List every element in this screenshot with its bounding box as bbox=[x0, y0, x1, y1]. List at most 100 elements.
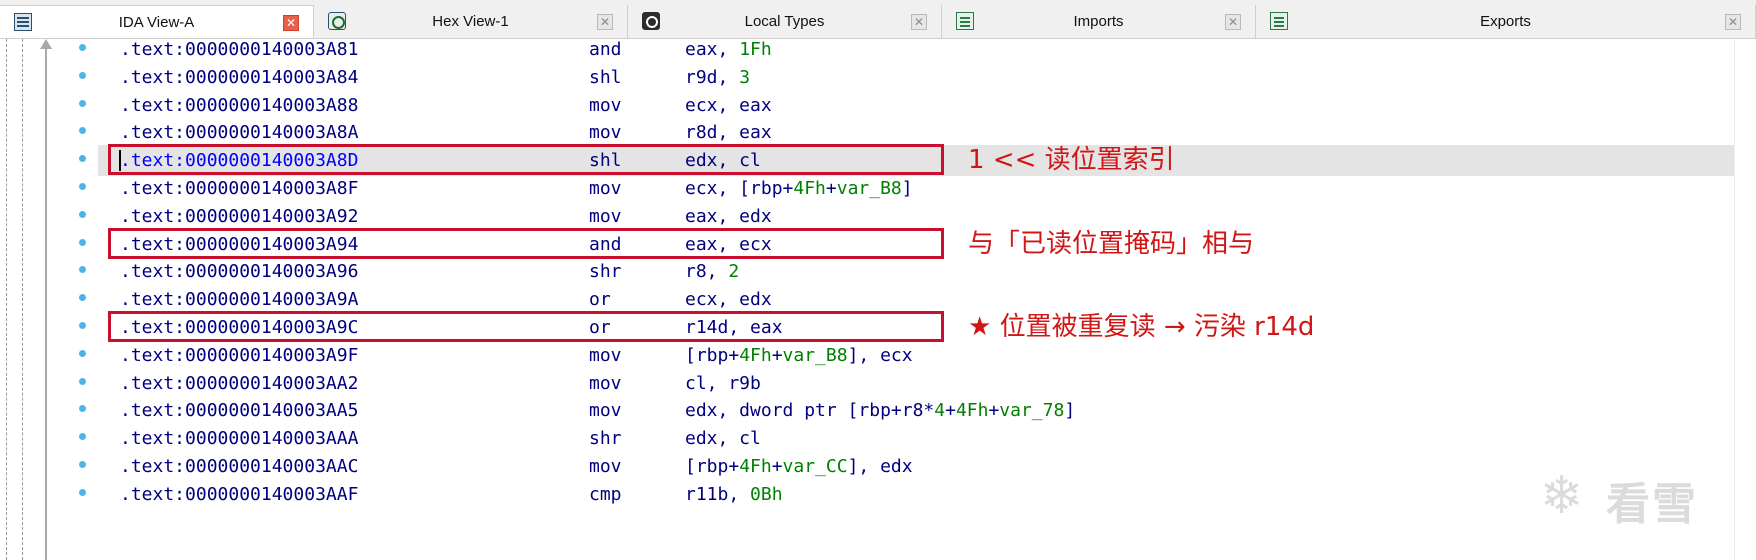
breakpoint-dot-icon[interactable] bbox=[79, 405, 86, 413]
instruction-address[interactable]: .text:0000000140003A96 bbox=[120, 256, 358, 287]
instruction-address[interactable]: .text:0000000140003A9F bbox=[120, 340, 358, 371]
breakpoint-dot-icon[interactable] bbox=[79, 210, 86, 218]
operand-constant[interactable]: var_B8 bbox=[837, 178, 902, 199]
operand-constant[interactable]: 4Fh bbox=[739, 456, 772, 477]
breakpoint-dot-icon[interactable] bbox=[79, 71, 86, 79]
operand-constant[interactable]: var_B8 bbox=[783, 345, 848, 366]
breakpoint-dot-icon[interactable] bbox=[79, 349, 86, 357]
breakpoint-dot-icon[interactable] bbox=[79, 377, 86, 385]
instruction-address[interactable]: .text:0000000140003A8F bbox=[120, 173, 358, 204]
instruction-operands[interactable]: [rbp+4Fh+var_B8], ecx bbox=[685, 340, 913, 371]
operand-constant[interactable]: 4Fh bbox=[739, 345, 772, 366]
breakpoint-dot-icon[interactable] bbox=[79, 238, 86, 246]
code-line[interactable]: .text:0000000140003AAF cmp r11b, 0Bh bbox=[98, 479, 1734, 510]
tab-label: Exports bbox=[1480, 13, 1531, 30]
operand-text: ecx, [rbp+ bbox=[685, 178, 794, 199]
breakpoint-dot-icon[interactable] bbox=[79, 99, 86, 107]
annotation-box bbox=[108, 144, 944, 176]
code-line[interactable]: .text:0000000140003AA2 mov cl, r9b bbox=[98, 368, 1734, 399]
code-line[interactable]: .text:0000000140003A96 shr r8, 2 bbox=[98, 256, 1734, 287]
operand-constant[interactable]: var_78 bbox=[999, 400, 1064, 421]
breakpoint-dot-icon[interactable] bbox=[79, 155, 86, 163]
operand-text: ], ecx bbox=[847, 344, 913, 366]
instruction-operands[interactable]: r8, 2 bbox=[685, 256, 739, 287]
operand-constant[interactable]: 3 bbox=[739, 67, 750, 88]
jump-arrow-line bbox=[45, 49, 47, 560]
close-icon[interactable]: ✕ bbox=[1225, 14, 1241, 30]
instruction-operands[interactable]: cl, r9b bbox=[685, 368, 761, 399]
instruction-mnemonic[interactable]: mov bbox=[589, 368, 622, 399]
code-line[interactable]: .text:0000000140003A88 mov ecx, eax bbox=[98, 90, 1734, 121]
breakpoint-dot-icon[interactable] bbox=[79, 183, 86, 190]
close-icon[interactable]: ✕ bbox=[283, 15, 299, 31]
imports-icon bbox=[956, 12, 974, 30]
instruction-mnemonic[interactable]: mov bbox=[589, 395, 622, 426]
code-line[interactable]: .text:0000000140003AA5 mov edx, dword ptr … bbox=[98, 395, 1734, 426]
operand-text: + bbox=[771, 456, 783, 477]
instruction-mnemonic[interactable]: and bbox=[589, 34, 622, 65]
instruction-mnemonic[interactable]: shl bbox=[589, 62, 622, 93]
instruction-operands[interactable]: ecx, [rbp+4Fh+var_B8] bbox=[685, 173, 913, 204]
instruction-operands[interactable]: r11b, 0Bh bbox=[685, 479, 783, 510]
operand-text: eax, edx bbox=[685, 205, 772, 227]
instruction-operands[interactable]: edx, dword ptr [rbp+r8*4+4Fh+var_78] bbox=[685, 395, 1075, 426]
instruction-address[interactable]: .text:0000000140003AAF bbox=[120, 479, 358, 510]
instruction-operands[interactable]: r9d, 3 bbox=[685, 62, 750, 93]
breakpoint-dot-icon[interactable] bbox=[79, 44, 86, 51]
breakpoint-dot-icon[interactable] bbox=[79, 322, 86, 329]
operand-constant[interactable]: 0Bh bbox=[750, 484, 783, 505]
instruction-address[interactable]: .text:0000000140003AAA bbox=[120, 423, 358, 454]
annotation-note: 1 << 读位置索引 bbox=[968, 145, 1175, 176]
operand-constant[interactable]: 4Fh bbox=[956, 400, 989, 421]
operand-text: + bbox=[945, 400, 956, 422]
operand-text: r8d, eax bbox=[685, 122, 772, 144]
instruction-operands[interactable]: ecx, eax bbox=[685, 90, 772, 121]
instruction-mnemonic[interactable]: shr bbox=[589, 423, 622, 454]
instruction-address[interactable]: .text:0000000140003AAC bbox=[120, 451, 358, 482]
code-line[interactable]: .text:0000000140003AAC mov [rbp+4Fh+var_CC… bbox=[98, 451, 1734, 482]
code-line[interactable]: .text:0000000140003A8F mov ecx, [rbp+4Fh+v… bbox=[98, 173, 1734, 204]
instruction-address[interactable]: .text:0000000140003AA5 bbox=[120, 395, 358, 426]
instruction-address[interactable]: .text:0000000140003A81 bbox=[120, 34, 358, 65]
breakpoint-dot-icon[interactable] bbox=[79, 433, 86, 441]
instruction-operands[interactable]: edx, cl bbox=[685, 423, 761, 454]
ida-view-icon bbox=[14, 13, 32, 31]
instruction-address[interactable]: .text:0000000140003AA2 bbox=[120, 368, 358, 399]
operand-constant[interactable]: 1Fh bbox=[739, 39, 772, 60]
instruction-mnemonic[interactable]: mov bbox=[589, 90, 622, 121]
code-line[interactable]: .text:0000000140003AAA shr edx, cl bbox=[98, 423, 1734, 454]
instruction-mnemonic[interactable]: mov bbox=[589, 451, 622, 482]
vertical-scrollbar[interactable] bbox=[1734, 39, 1756, 560]
operand-constant[interactable]: 2 bbox=[728, 261, 739, 282]
operand-text: edx, dword ptr [rbp+r8* bbox=[685, 400, 935, 422]
instruction-mnemonic[interactable]: mov bbox=[589, 173, 622, 204]
close-icon[interactable]: ✕ bbox=[911, 14, 927, 30]
close-icon[interactable]: ✕ bbox=[1725, 14, 1741, 30]
breakpoint-dot-icon[interactable] bbox=[79, 294, 86, 302]
instruction-mnemonic[interactable]: cmp bbox=[589, 479, 622, 510]
gutter-guide-line bbox=[22, 39, 23, 560]
breakpoint-dot-icon[interactable] bbox=[79, 461, 86, 468]
instruction-mnemonic[interactable]: mov bbox=[589, 340, 622, 371]
tab-label: IDA View-A bbox=[118, 14, 195, 31]
operand-constant[interactable]: 4 bbox=[934, 400, 945, 421]
operand-constant[interactable]: 4Fh bbox=[793, 178, 826, 199]
code-line[interactable]: .text:0000000140003A9F mov [rbp+4Fh+var_B8… bbox=[98, 340, 1734, 371]
code-line[interactable]: .text:0000000140003A84 shl r9d, 3 bbox=[98, 62, 1734, 93]
operand-text: ecx, eax bbox=[685, 94, 772, 116]
instruction-operands[interactable]: eax, 1Fh bbox=[685, 34, 772, 65]
instruction-address[interactable]: .text:0000000140003A84 bbox=[120, 62, 358, 93]
breakpoint-dot-icon[interactable] bbox=[79, 266, 86, 274]
jump-arrow-head-icon bbox=[40, 39, 52, 49]
instruction-address[interactable]: .text:0000000140003A88 bbox=[120, 90, 358, 121]
operand-text: [rbp+ bbox=[685, 344, 740, 366]
operand-text: [rbp+ bbox=[685, 456, 740, 477]
breakpoint-dot-icon[interactable] bbox=[79, 127, 86, 135]
exports-icon bbox=[1270, 12, 1288, 30]
operand-constant[interactable]: var_CC bbox=[783, 456, 848, 477]
code-line[interactable]: .text:0000000140003A81 and eax, 1Fh bbox=[98, 34, 1734, 65]
instruction-operands[interactable]: [rbp+4Fh+var_CC], edx bbox=[685, 451, 913, 482]
breakpoint-dot-icon[interactable] bbox=[79, 488, 86, 496]
instruction-mnemonic[interactable]: shr bbox=[589, 256, 622, 287]
close-icon[interactable]: ✕ bbox=[597, 14, 613, 30]
